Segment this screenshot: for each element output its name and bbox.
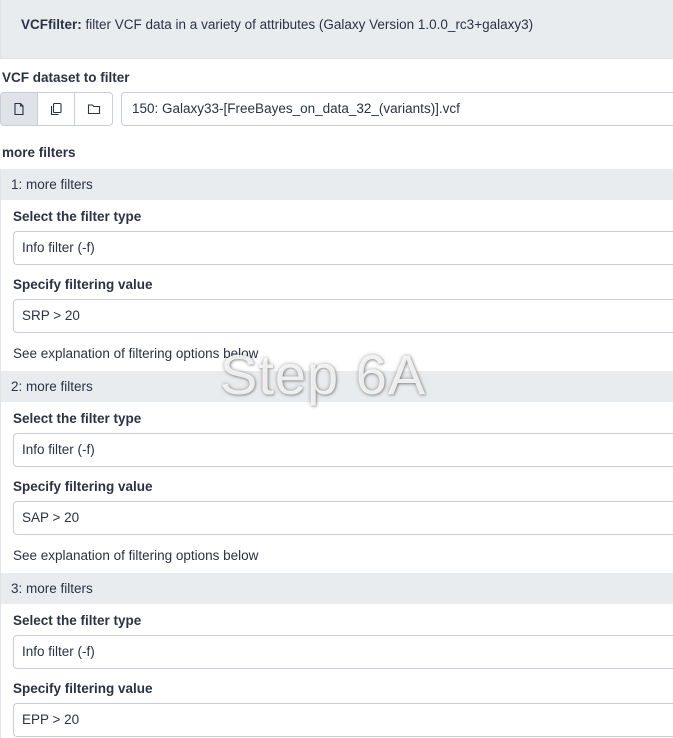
single-dataset-button[interactable] bbox=[1, 93, 38, 125]
filter-block-1: 1: more filters Select the filter type I… bbox=[0, 169, 673, 371]
multiple-datasets-button[interactable] bbox=[38, 93, 75, 125]
folder-icon bbox=[87, 104, 100, 115]
filter-block-header[interactable]: 2: more filters bbox=[1, 371, 673, 402]
tool-header: VCFfilter: filter VCF data in a variety … bbox=[0, 0, 673, 59]
filter-block-header[interactable]: 1: more filters bbox=[1, 169, 673, 200]
dataset-select[interactable]: 150: Galaxy33-[FreeBayes_on_data_32_(var… bbox=[121, 92, 673, 126]
dataset-mode-buttons bbox=[0, 92, 113, 126]
filter-type-label: Select the filter type bbox=[13, 613, 142, 628]
filter-type-label: Select the filter type bbox=[13, 411, 142, 426]
filter-type-select[interactable]: Info filter (-f) bbox=[13, 433, 673, 467]
filter-block-header[interactable]: 3: more filters bbox=[1, 573, 673, 604]
filter-type-select[interactable]: Info filter (-f) bbox=[13, 231, 673, 265]
filter-help-text: See explanation of filtering options bel… bbox=[13, 346, 259, 361]
filter-block-3: 3: more filters Select the filter type I… bbox=[0, 573, 673, 738]
filter-type-label: Select the filter type bbox=[13, 209, 142, 224]
filter-value-input[interactable]: EPP > 20 bbox=[13, 703, 673, 737]
filter-value-input[interactable]: SAP > 20 bbox=[13, 501, 673, 535]
filter-type-select[interactable]: Info filter (-f) bbox=[13, 635, 673, 669]
files-icon bbox=[50, 102, 62, 116]
dataset-param-label: VCF dataset to filter bbox=[2, 70, 130, 85]
file-icon bbox=[14, 102, 24, 116]
filter-value-input[interactable]: SRP > 20 bbox=[13, 299, 673, 333]
filter-value-label: Specify filtering value bbox=[13, 681, 153, 696]
filter-help-text: See explanation of filtering options bel… bbox=[13, 548, 259, 563]
filter-block-2: 2: more filters Select the filter type I… bbox=[0, 371, 673, 573]
repeat-title: more filters bbox=[2, 145, 76, 160]
tool-description: filter VCF data in a variety of attribut… bbox=[85, 17, 534, 32]
filter-value-label: Specify filtering value bbox=[13, 479, 153, 494]
dataset-collection-button[interactable] bbox=[75, 93, 112, 125]
filter-value-label: Specify filtering value bbox=[13, 277, 153, 292]
tool-name: VCFfilter: bbox=[21, 17, 82, 32]
